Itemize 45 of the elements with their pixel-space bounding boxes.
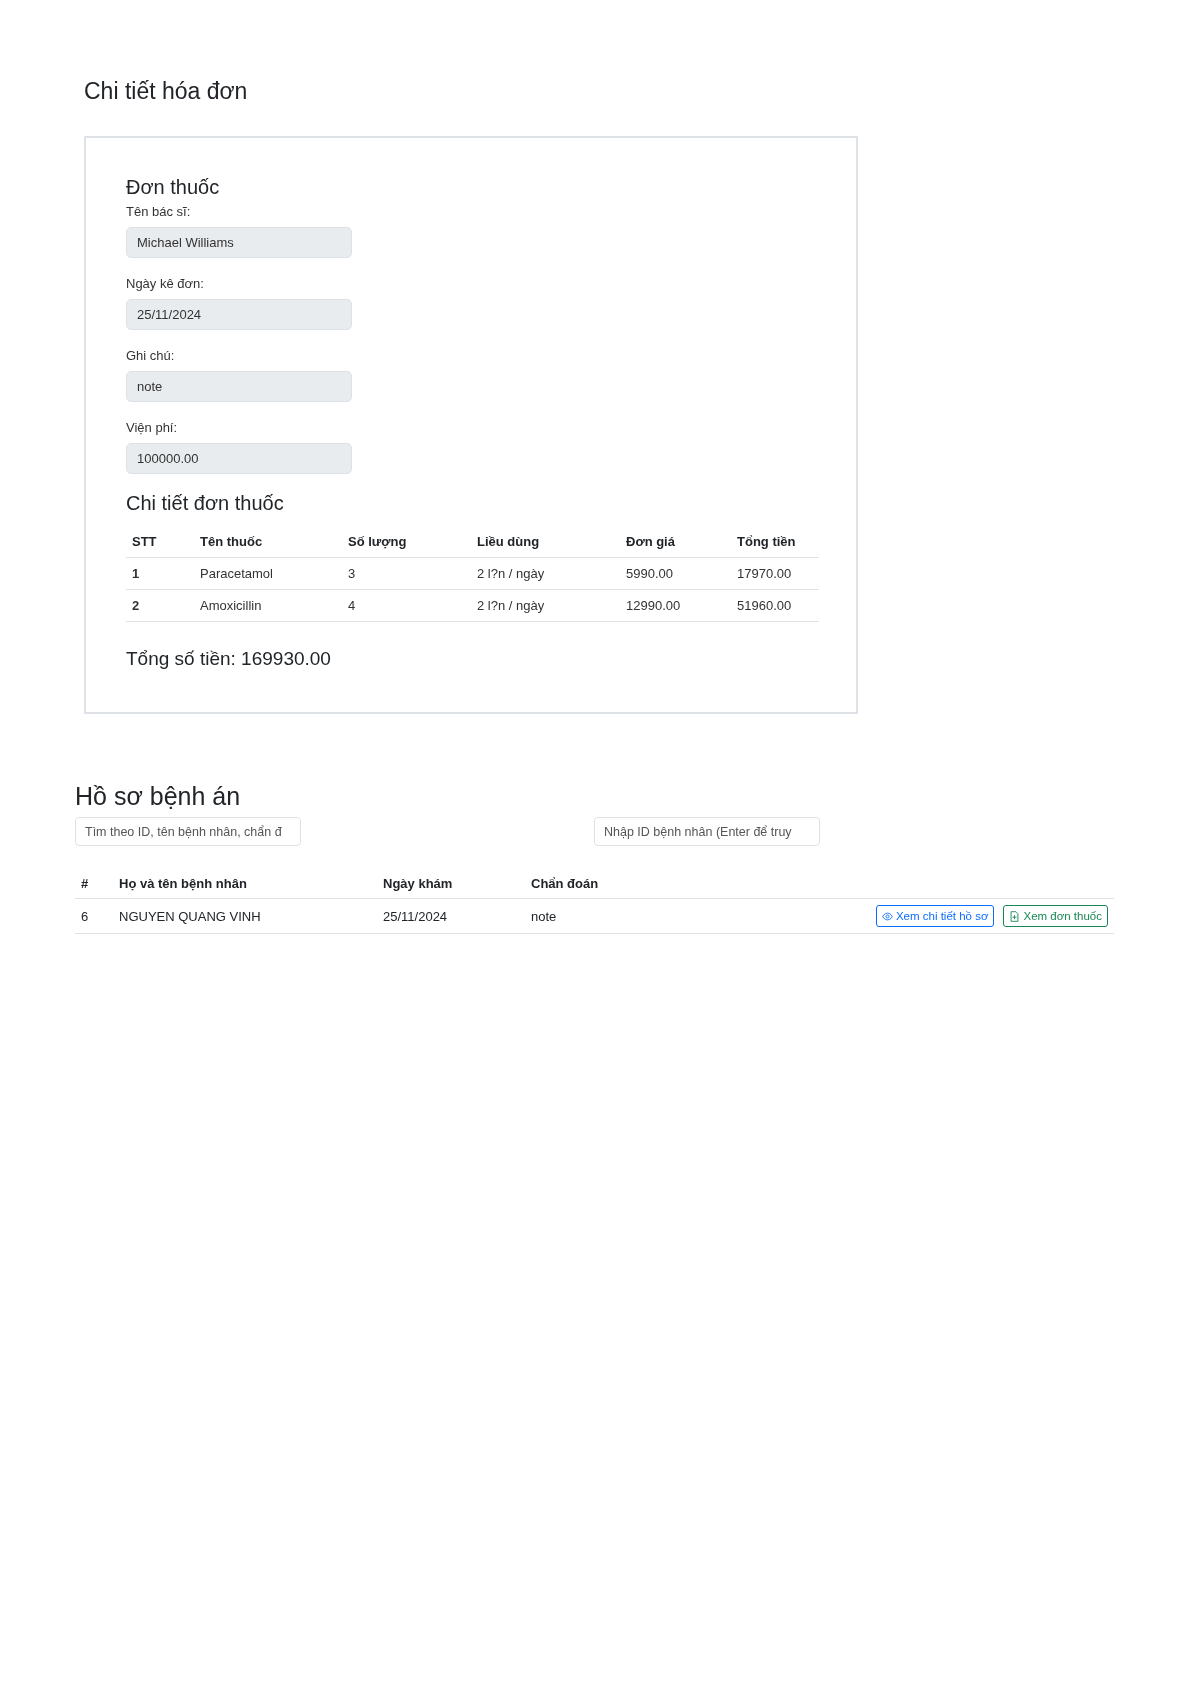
page-title: Hồ sơ bệnh án bbox=[75, 782, 241, 811]
table-cell: 12990.00 bbox=[620, 589, 731, 622]
column-header: Chẩn đoán bbox=[525, 870, 657, 899]
column-header: Họ và tên bệnh nhân bbox=[113, 870, 377, 899]
section-heading: Chi tiết đơn thuốc bbox=[126, 492, 284, 515]
view-prescription-button[interactable]: Xem đơn thuốc bbox=[1003, 905, 1108, 927]
table-cell: Paracetamol bbox=[194, 557, 342, 590]
readonly-field[interactable]: Michael Williams bbox=[126, 227, 352, 258]
table-cell: NGUYEN QUANG VINH bbox=[113, 898, 377, 934]
page-title: Chi tiết hóa đơn bbox=[84, 78, 248, 105]
search-field[interactable]: Tìm theo ID, tên bệnh nhân, chẩn đ bbox=[75, 817, 301, 846]
table-cell: 2 l?n / ngày bbox=[471, 557, 620, 590]
view-record-button[interactable]: Xem chi tiết hồ sơ bbox=[875, 905, 995, 927]
column-header: Đơn giá bbox=[620, 527, 731, 558]
field-label: Ghi chú: bbox=[126, 348, 175, 363]
readonly-field[interactable]: note bbox=[126, 371, 352, 402]
patient-id-field[interactable]: Nhập ID bệnh nhân (Enter để truy bbox=[594, 817, 820, 846]
table-cell: 4 bbox=[342, 589, 471, 622]
table-cell: 6 bbox=[75, 898, 113, 934]
table-cell: Amoxicillin bbox=[194, 589, 342, 622]
table-cell: 5990.00 bbox=[620, 557, 731, 590]
column-header: Liều dùng bbox=[471, 527, 620, 558]
column-header: Tổng tiền bbox=[731, 527, 819, 558]
table-cell: 2 l?n / ngày bbox=[471, 589, 620, 622]
table-cell: 3 bbox=[342, 557, 471, 590]
field-label: Viện phí: bbox=[126, 420, 178, 435]
column-header: STT bbox=[126, 527, 194, 558]
readonly-field[interactable]: 25/11/2024 bbox=[126, 299, 352, 330]
eye-icon bbox=[881, 910, 893, 922]
field-label: Ngày kê đơn: bbox=[126, 276, 204, 291]
table-cell: 1 bbox=[126, 557, 194, 590]
field-label: Tên bác sĩ: bbox=[126, 204, 191, 219]
table-cell: 2 bbox=[126, 589, 194, 622]
column-header: Số lượng bbox=[342, 527, 471, 558]
column-header: Tên thuốc bbox=[194, 527, 342, 558]
table-cell: note bbox=[525, 898, 657, 934]
column-header: Ngày khám bbox=[377, 870, 525, 899]
table-cell: 25/11/2024 bbox=[377, 898, 525, 934]
document-icon bbox=[1009, 910, 1021, 922]
readonly-field[interactable]: 100000.00 bbox=[126, 443, 352, 474]
table-cell: 17970.00 bbox=[731, 557, 819, 590]
total-amount: Tổng số tiền: 169930.00 bbox=[126, 648, 331, 670]
column-header: # bbox=[75, 870, 113, 899]
table-cell: 51960.00 bbox=[731, 589, 819, 622]
section-heading: Đơn thuốc bbox=[126, 176, 220, 199]
